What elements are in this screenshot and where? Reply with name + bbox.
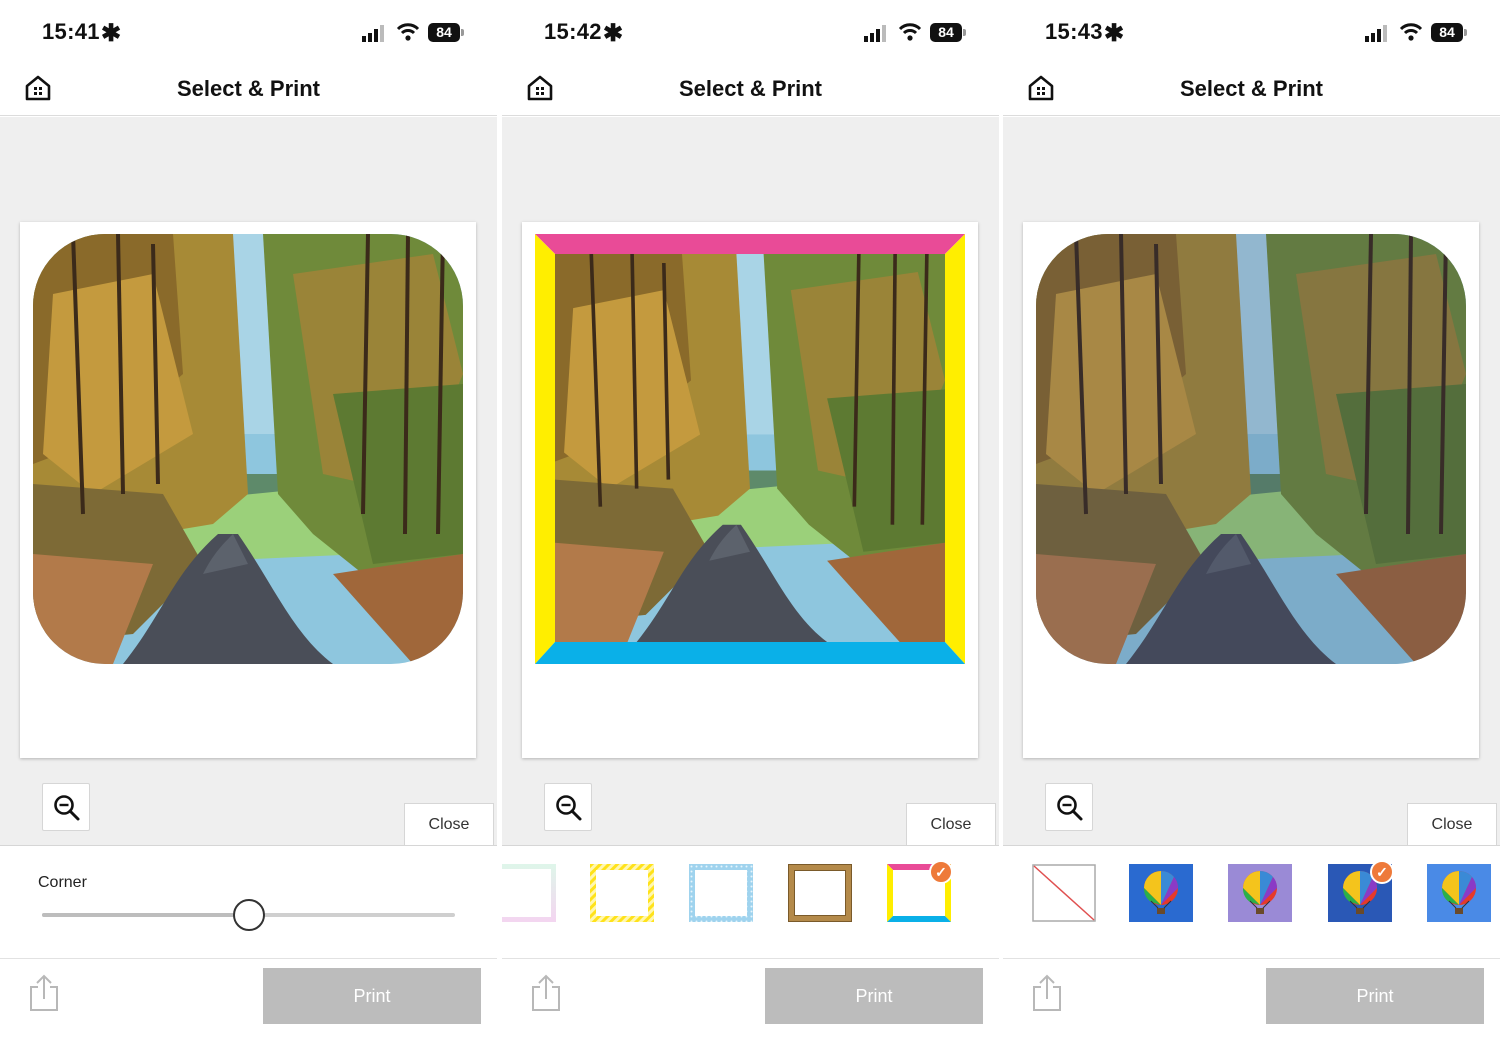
bottom-toolbar: Print [0, 958, 497, 1037]
print-button[interactable]: Print [1266, 968, 1484, 1024]
corner-slider[interactable] [42, 899, 455, 931]
battery-icon: 84 [428, 23, 464, 43]
status-time: 15:43 [1045, 19, 1103, 44]
zoom-out-icon [53, 794, 81, 822]
zoom-out-button[interactable] [1045, 783, 1093, 831]
no-filter-thumb[interactable] [1032, 864, 1096, 922]
nav-bar: Select & Print [1003, 64, 1500, 116]
filter-balloon-violet-thumb[interactable] [1228, 864, 1292, 922]
zoom-out-icon [555, 794, 583, 822]
checkmark-icon: ✓ [1370, 860, 1394, 884]
battery-level: 84 [428, 23, 460, 42]
cmy-frame-thumb[interactable]: ✓ [887, 860, 953, 922]
battery-level: 84 [1431, 23, 1463, 42]
print-button[interactable]: Print [263, 968, 481, 1024]
photo-with-cmy-frame[interactable] [535, 234, 965, 664]
gold-wood-frame-thumb[interactable] [788, 864, 852, 922]
filter-strip[interactable]: ✓ [1003, 846, 1500, 959]
page-title: Select & Print [1179, 76, 1324, 101]
battery-icon: 84 [1431, 23, 1467, 43]
wifi-icon [1399, 23, 1423, 41]
page-title: Select & Print [678, 76, 823, 101]
frame-options: ✓ [502, 845, 999, 958]
share-icon[interactable] [530, 973, 562, 1013]
zoom-out-icon [1056, 794, 1084, 822]
yellow-stripe-frame-thumb[interactable] [590, 864, 654, 922]
close-button[interactable]: Close [404, 803, 494, 846]
signal-icon [1365, 25, 1387, 42]
star-icon: ✱ [603, 20, 624, 47]
gradient-frame-thumb[interactable] [502, 864, 556, 922]
checkmark-icon: ✓ [929, 860, 953, 884]
print-paper [1023, 222, 1479, 758]
status-bar: 15:43 ✱ 84 [1003, 0, 1500, 64]
star-icon: ✱ [1104, 20, 1125, 47]
share-icon[interactable] [1031, 973, 1063, 1013]
screen-corner-adjust: 15:41 ✱ 84 Select & Print Close Corner P… [0, 0, 497, 1037]
nav-bar: Select & Print [502, 64, 999, 116]
filter-options: ✓ [1003, 845, 1500, 958]
filter-balloon-light-thumb[interactable] [1427, 864, 1491, 922]
status-bar: 15:42 ✱ 84 [502, 0, 999, 64]
screen-filter-select: 15:43 ✱ 84 Select & Print Close ✓ Print [1003, 0, 1500, 1037]
bottom-toolbar: Print [502, 958, 999, 1037]
zoom-out-button[interactable] [544, 783, 592, 831]
bottom-toolbar: Print [1003, 958, 1500, 1037]
corner-label: Corner [38, 874, 87, 891]
battery-icon: 84 [930, 23, 966, 43]
filter-balloon-blue-thumb[interactable] [1129, 864, 1193, 922]
wifi-icon [396, 23, 420, 41]
page-title: Select & Print [176, 76, 321, 101]
status-time: 15:42 [544, 19, 602, 44]
corner-options: Corner [0, 845, 497, 958]
blue-dot-frame-thumb[interactable] [689, 864, 753, 922]
preview-canvas: Close [0, 117, 497, 846]
share-icon[interactable] [28, 973, 60, 1013]
status-time: 15:41 [42, 19, 100, 44]
print-paper [522, 222, 978, 758]
close-button[interactable]: Close [906, 803, 996, 846]
print-paper [20, 222, 476, 758]
status-bar: 15:41 ✱ 84 [0, 0, 497, 64]
star-icon: ✱ [101, 20, 122, 47]
signal-icon [864, 25, 886, 42]
wifi-icon [898, 23, 922, 41]
close-button[interactable]: Close [1407, 803, 1497, 846]
preview-canvas: Close [502, 117, 999, 846]
frame-strip[interactable]: ✓ [502, 846, 999, 959]
screen-frame-select: 15:42 ✱ 84 Select & Print Close ✓ Print [502, 0, 999, 1037]
print-button[interactable]: Print [765, 968, 983, 1024]
signal-icon [362, 25, 384, 42]
corner-slider-thumb[interactable] [232, 899, 265, 931]
preview-canvas: Close [1003, 117, 1500, 846]
photo-filtered[interactable] [1036, 234, 1466, 664]
battery-level: 84 [930, 23, 962, 42]
filter-vivid-thumb[interactable]: ✓ [1328, 860, 1394, 922]
zoom-out-button[interactable] [42, 783, 90, 831]
nav-bar: Select & Print [0, 64, 497, 116]
photo-rounded-corners[interactable] [33, 234, 463, 664]
corner-slider-fill [42, 913, 249, 917]
